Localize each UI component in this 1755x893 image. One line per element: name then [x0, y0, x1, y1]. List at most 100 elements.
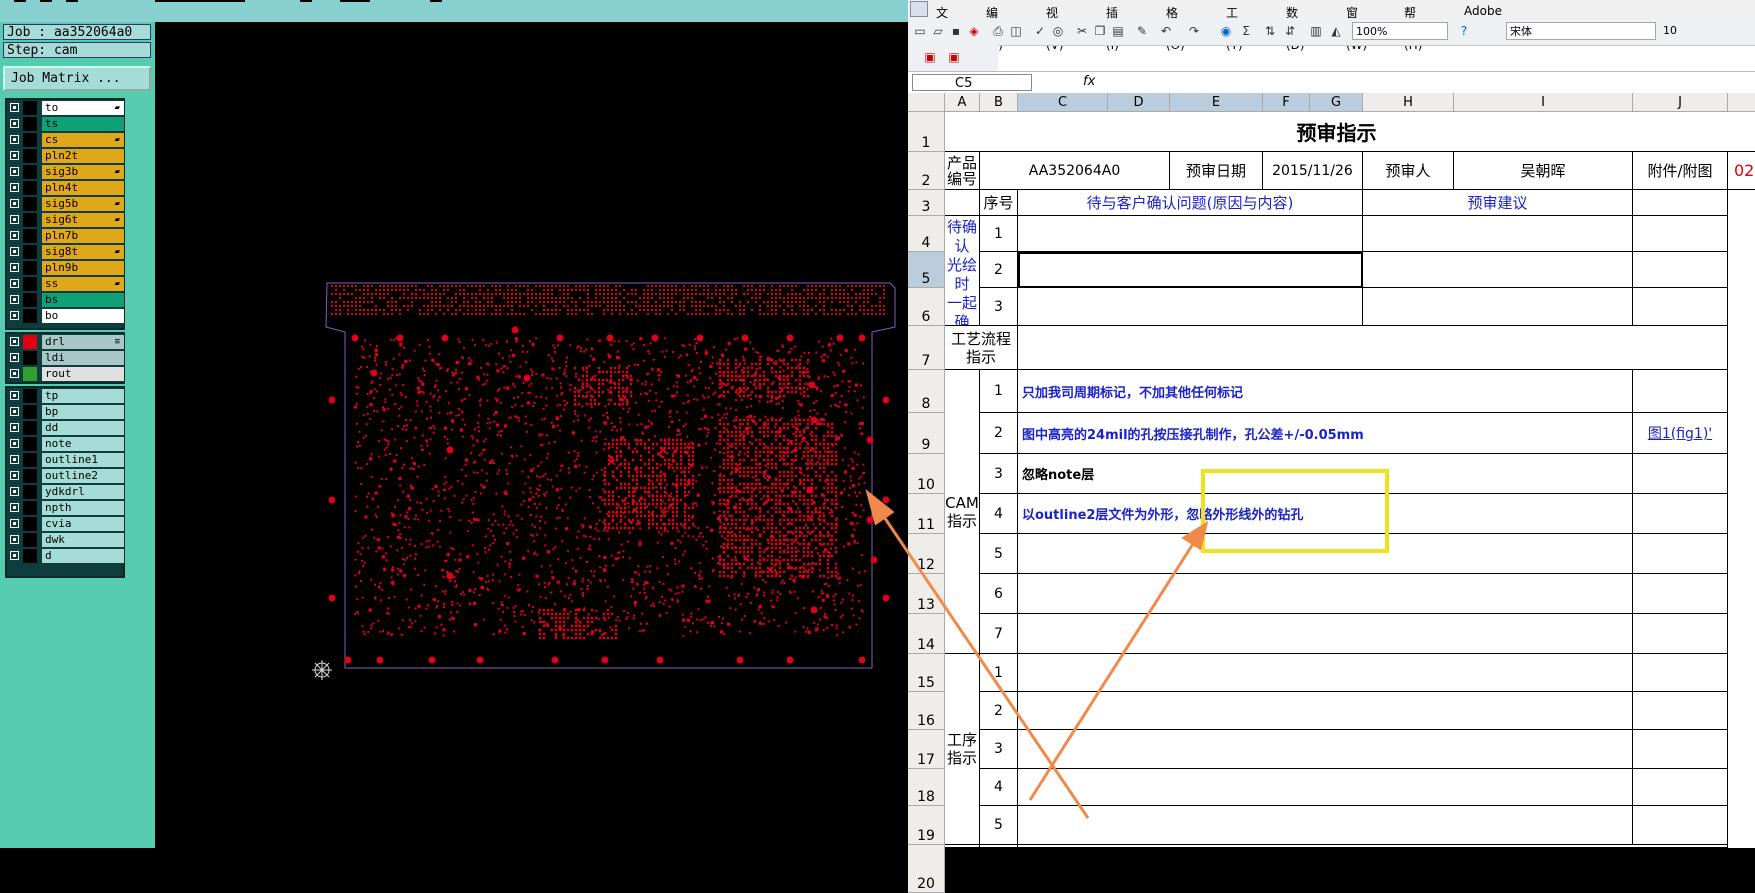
suggestion-cell-3[interactable]: [1363, 288, 1633, 326]
name-box[interactable]: C5: [912, 74, 1032, 91]
cam-seq-number[interactable]: 7: [980, 614, 1018, 654]
process-attach-1[interactable]: [1633, 654, 1728, 692]
layer-row-cs[interactable]: cs ▰: [7, 132, 124, 148]
hyperlink-icon[interactable]: ◉: [1218, 23, 1234, 39]
select-all-corner[interactable]: [908, 93, 945, 112]
print-icon[interactable]: ⎙: [990, 23, 1006, 39]
issue-cell-1[interactable]: [1018, 216, 1363, 252]
spelling-icon[interactable]: ✓: [1032, 23, 1048, 39]
row-header[interactable]: 7: [908, 326, 945, 370]
layer-checkbox[interactable]: [10, 215, 19, 224]
layer-name[interactable]: pln7b: [42, 229, 124, 243]
attachment-label[interactable]: 附件/附图: [1633, 152, 1728, 190]
layer-row-ldi[interactable]: ldi: [7, 350, 124, 366]
layer-checkbox[interactable]: [10, 369, 19, 378]
process-attach-2[interactable]: [1633, 692, 1728, 730]
review-date-label[interactable]: 预审日期: [1170, 152, 1263, 190]
layer-name[interactable]: ts: [42, 117, 124, 131]
layer-checkbox[interactable]: [10, 167, 19, 176]
layer-name[interactable]: pln2t: [42, 149, 124, 163]
layer-row-tp[interactable]: tp: [7, 388, 124, 404]
layer-checkbox[interactable]: [10, 337, 19, 346]
process-item-3[interactable]: [1018, 730, 1633, 769]
row-header[interactable]: 2: [908, 152, 945, 190]
sort-ascending-icon[interactable]: ⇅: [1262, 23, 1278, 39]
layer-checkbox[interactable]: [10, 439, 19, 448]
layer-name[interactable]: pln4t: [42, 181, 124, 195]
cam-attach-1[interactable]: [1633, 370, 1728, 413]
process-label[interactable]: 工序 指示: [945, 654, 980, 845]
product-no-label[interactable]: 产品 编号: [945, 152, 980, 190]
layer-checkbox[interactable]: [10, 471, 19, 480]
layer-checkbox[interactable]: [10, 455, 19, 464]
suggestion-cell-1[interactable]: [1363, 216, 1633, 252]
product-no[interactable]: AA352064A0: [980, 152, 1170, 190]
cam-seq-number[interactable]: 3: [980, 454, 1018, 494]
drawing-icon[interactable]: ◭: [1328, 23, 1344, 39]
process-attach-5[interactable]: [1633, 806, 1728, 845]
layer-name[interactable]: ydkdrl: [42, 485, 124, 499]
layer-checkbox[interactable]: [10, 487, 19, 496]
layer-checkbox[interactable]: [10, 135, 19, 144]
seq-number[interactable]: 3: [980, 288, 1018, 326]
column-header[interactable]: C: [1018, 93, 1108, 112]
process-attach-4[interactable]: [1633, 769, 1728, 806]
layer-checkbox[interactable]: [10, 295, 19, 304]
layer-row-bp[interactable]: bp: [7, 404, 124, 420]
layer-name[interactable]: bp: [42, 405, 124, 419]
fx-icon[interactable]: fx: [1083, 74, 1095, 89]
row-header[interactable]: 16: [908, 692, 945, 730]
layer-checkbox[interactable]: [10, 151, 19, 160]
process-attach-3[interactable]: [1633, 730, 1728, 769]
cam-item-4[interactable]: 以outline2层文件为外形，忽略外形线外的钻孔: [1018, 494, 1633, 534]
attach-cell-2[interactable]: [1633, 252, 1728, 288]
cam-seq-number[interactable]: 4: [980, 494, 1018, 534]
sheet-title[interactable]: 预审指示: [945, 112, 1728, 152]
sort-descending-icon[interactable]: ⇵: [1282, 23, 1298, 39]
undo-icon[interactable]: ↶: [1158, 23, 1174, 39]
layer-name[interactable]: sig5b ▰: [42, 197, 124, 211]
title-right-partial[interactable]: 申: [1728, 112, 1755, 152]
layer-name[interactable]: ldi: [42, 351, 124, 365]
cam-attach-6[interactable]: [1633, 574, 1728, 614]
column-header[interactable]: F: [1263, 93, 1310, 112]
row-header[interactable]: 15: [908, 654, 945, 692]
cam-seq-number[interactable]: 5: [980, 534, 1018, 574]
row-header[interactable]: 11: [908, 494, 945, 534]
layer-row-outline1[interactable]: outline1: [7, 452, 124, 468]
row-header[interactable]: 5: [908, 252, 945, 288]
layer-name[interactable]: ss ▰: [42, 277, 124, 291]
flow-label[interactable]: 工艺流程 指示: [945, 326, 1018, 370]
layer-row-ts[interactable]: ts: [7, 116, 124, 132]
reviewer-label[interactable]: 预审人: [1363, 152, 1454, 190]
layer-checkbox[interactable]: [10, 353, 19, 362]
column-header[interactable]: J: [1633, 93, 1728, 112]
layer-row-sig5b[interactable]: sig5b ▰: [7, 196, 124, 212]
layer-row-sig8t[interactable]: sig8t ▰: [7, 244, 124, 260]
pdf-convert-icon[interactable]: ▣: [922, 49, 938, 65]
spreadsheet-grid[interactable]: ABCDEFGHIJK12345678910111213141516171819…: [908, 93, 1755, 893]
suggestion-cell-2[interactable]: [1363, 252, 1633, 288]
layer-checkbox[interactable]: [10, 247, 19, 256]
process-item-4[interactable]: [1018, 769, 1633, 806]
layer-checkbox[interactable]: [10, 391, 19, 400]
process-seq-number[interactable]: 2: [980, 692, 1018, 730]
layer-checkbox[interactable]: [10, 503, 19, 512]
process-item-1[interactable]: [1018, 654, 1633, 692]
column-header[interactable]: E: [1170, 93, 1263, 112]
process-seq-number[interactable]: 1: [980, 654, 1018, 692]
cam-attach-3[interactable]: [1633, 454, 1728, 494]
row-header[interactable]: 4: [908, 216, 945, 252]
attachment-partial[interactable]: 020-3: [1728, 152, 1755, 190]
layer-row-d[interactable]: d: [7, 548, 124, 564]
paste-icon[interactable]: ▤: [1110, 23, 1126, 39]
layer-row-pln9b[interactable]: pln9b: [7, 260, 124, 276]
row-header[interactable]: 20: [908, 845, 945, 893]
row-header[interactable]: 3: [908, 190, 945, 216]
row-header[interactable]: 17: [908, 730, 945, 769]
layer-checkbox[interactable]: [10, 231, 19, 240]
cam-item-3[interactable]: 忽略note层: [1018, 454, 1633, 494]
layer-name[interactable]: drl ≡: [42, 335, 124, 349]
layer-checkbox[interactable]: [10, 423, 19, 432]
layer-row-ydkdrl[interactable]: ydkdrl: [7, 484, 124, 500]
